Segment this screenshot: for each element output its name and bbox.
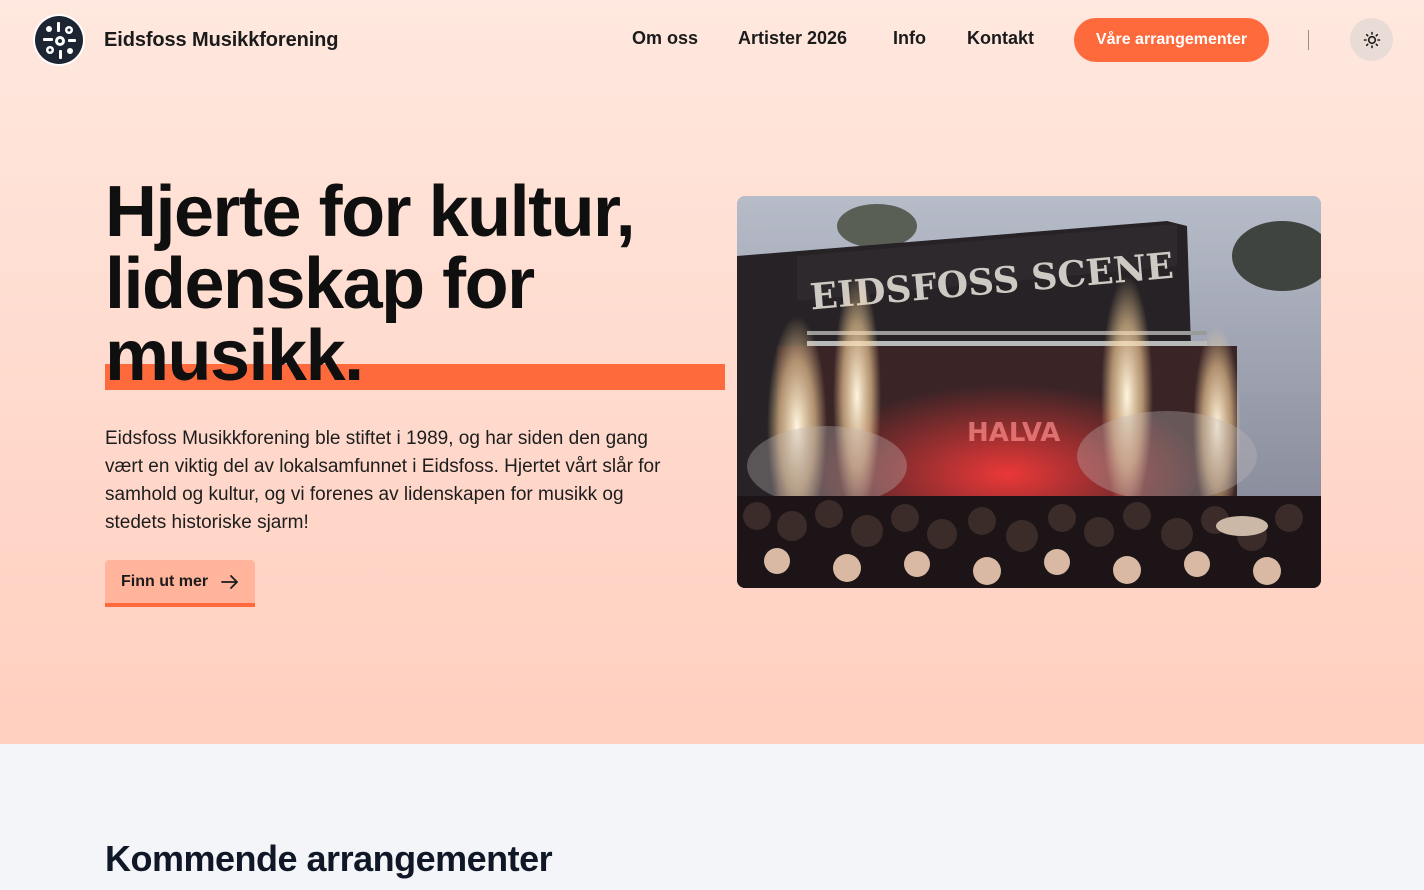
header-divider [1308, 30, 1309, 50]
hero-title-line-2: lidenskap for [105, 244, 535, 324]
hero-title-highlight: musikk. [105, 320, 725, 392]
sun-icon [1363, 31, 1380, 48]
site-header: Eidsfoss Musikkforening Om oss Artister … [0, 0, 1424, 80]
musical-instruments-logo[interactable] [33, 14, 85, 66]
stage-backdrop-text: HALVA [967, 418, 1060, 448]
upcoming-events-title: Kommende arrangementer [105, 838, 553, 879]
hero-title: Hjerte for kultur, lidenskap for musikk. [105, 176, 725, 392]
concert-illustration: EIDSFOSS SCENE HALVA [737, 196, 1321, 588]
nav-artister-2026[interactable]: Artister 2026 [738, 28, 847, 49]
nav-info[interactable]: Info [893, 28, 926, 49]
theme-toggle-button[interactable] [1350, 18, 1393, 61]
nav-om-oss[interactable]: Om oss [632, 28, 698, 49]
hero-title-line-1: Hjerte for kultur, [105, 172, 636, 252]
events-cta-button[interactable]: Våre arrangementer [1074, 18, 1269, 62]
concert-stage-photo: EIDSFOSS SCENE HALVA [737, 196, 1321, 588]
nav-kontakt[interactable]: Kontakt [967, 28, 1034, 49]
find-out-more-button[interactable]: Finn ut mer [105, 560, 255, 607]
find-out-more-label: Finn ut mer [121, 572, 209, 590]
hero-description: Eidsfoss Musikkforening ble stiftet i 19… [105, 428, 661, 533]
arrow-right-icon [220, 574, 240, 590]
brand-name[interactable]: Eidsfoss Musikkforening [104, 29, 339, 52]
